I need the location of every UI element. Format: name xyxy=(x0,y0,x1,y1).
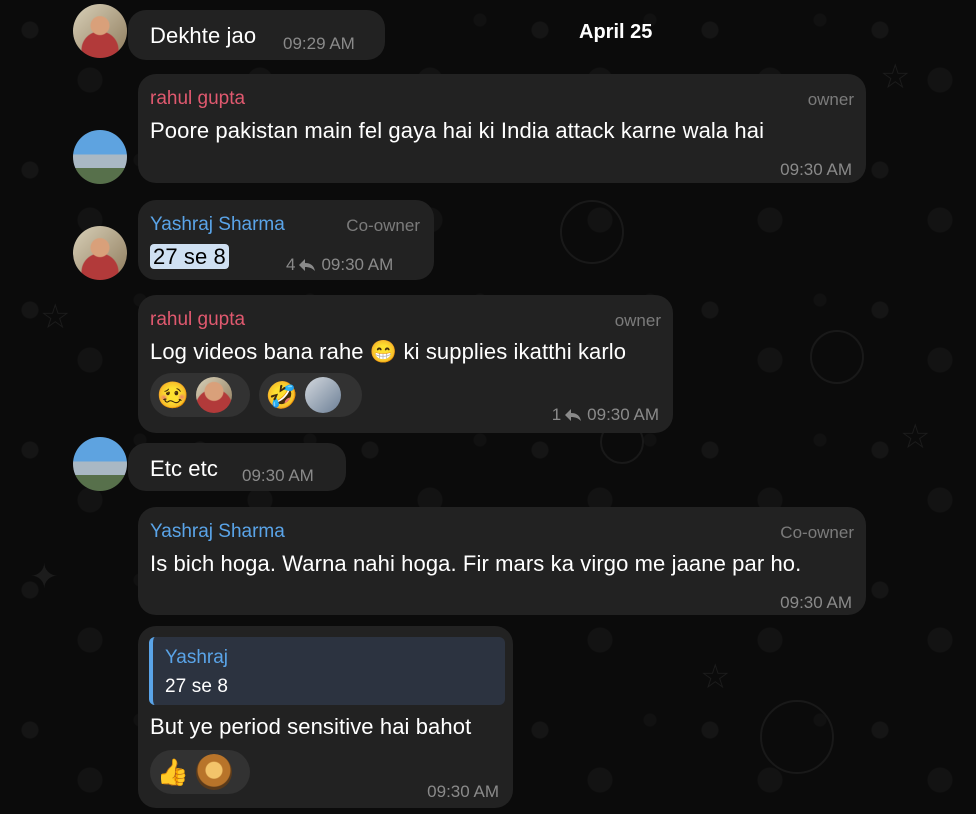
reply-arrow-icon xyxy=(565,409,582,421)
quoted-reply[interactable]: Yashraj 27 se 8 xyxy=(149,637,505,705)
reaction-chip[interactable]: 👍 xyxy=(150,750,250,794)
woozy-face-icon: 🥴 xyxy=(156,379,190,410)
message-meta: 1 09:30 AM xyxy=(552,405,659,425)
message-bubble[interactable]: Yashraj Sharma Co-owner 27 se 8 4 09:30 … xyxy=(138,200,434,280)
message-text: Dekhte jao xyxy=(150,23,257,48)
message-meta: 4 09:30 AM xyxy=(286,255,393,275)
sender-role: Co-owner xyxy=(346,216,420,235)
message-time: 09:30 AM xyxy=(587,405,659,424)
message-bubble[interactable]: rahul gupta owner Poore pakistan main fe… xyxy=(138,74,866,183)
avatar[interactable] xyxy=(73,130,127,184)
reactor-avatar xyxy=(196,754,232,790)
rolling-laughing-icon: 🤣 xyxy=(265,379,299,410)
reaction-chip[interactable]: 🥴 xyxy=(150,373,250,417)
highlighted-text: 27 se 8 xyxy=(150,244,229,269)
reply-count: 1 xyxy=(551,405,562,424)
quoted-sender: Yashraj xyxy=(165,647,229,668)
avatar[interactable] xyxy=(73,226,127,280)
message-bubble[interactable]: Dekhte jao 09:29 AM xyxy=(128,10,385,60)
message-bubble[interactable]: Yashraj 27 se 8 But ye period sensitive … xyxy=(138,626,513,808)
sender-role: Co-owner xyxy=(780,523,854,542)
sender-name[interactable]: rahul gupta xyxy=(150,309,245,331)
message-time: 09:30 AM xyxy=(321,255,394,274)
sender-name[interactable]: rahul gupta xyxy=(150,88,245,110)
wallpaper-star-icon: ☆ xyxy=(40,298,71,336)
wallpaper-planet-icon xyxy=(760,700,834,774)
message-time: 09:30 AM xyxy=(780,160,852,179)
message-time: 09:30 AM xyxy=(242,466,314,485)
wallpaper-star-icon: ☆ xyxy=(900,418,931,456)
wallpaper-star-icon: ☆ xyxy=(880,58,911,96)
date-separator: April 25 xyxy=(579,21,653,43)
reactor-avatar xyxy=(305,377,341,413)
wallpaper-planet-icon xyxy=(560,200,624,264)
reaction-chip[interactable]: 🤣 xyxy=(259,373,362,417)
reply-count: 4 xyxy=(286,255,296,274)
avatar[interactable] xyxy=(73,4,127,58)
sender-name[interactable]: Yashraj Sharma xyxy=(150,521,285,543)
message-text: Is bich hoga. Warna nahi hoga. Fir mars … xyxy=(150,551,802,576)
message-text: But ye period sensitive hai bahot xyxy=(150,714,472,739)
message-bubble[interactable]: Yashraj Sharma Co-owner Is bich hoga. Wa… xyxy=(138,507,866,615)
sender-role: owner xyxy=(807,90,854,109)
message-text: Etc etc xyxy=(150,456,218,481)
avatar[interactable] xyxy=(73,437,127,491)
sender-name[interactable]: Yashraj Sharma xyxy=(150,214,285,236)
wallpaper-star-icon: ✦ xyxy=(30,558,59,596)
sender-role: owner xyxy=(614,311,661,330)
message-text: Poore pakistan main fel gaya hai ki Indi… xyxy=(150,118,765,143)
thumbs-up-icon: 👍 xyxy=(156,756,190,787)
wallpaper-planet-icon xyxy=(810,330,864,384)
reply-arrow-icon xyxy=(299,259,316,271)
message-time: 09:30 AM xyxy=(780,593,852,612)
message-bubble[interactable]: Etc etc 09:30 AM xyxy=(128,443,346,491)
message-time: 09:29 AM xyxy=(283,34,355,53)
message-text: 27 se 8 xyxy=(150,244,229,270)
quoted-text: 27 se 8 xyxy=(165,676,229,697)
message-time: 09:30 AM xyxy=(427,782,499,801)
message-bubble[interactable]: rahul gupta owner Log videos bana rahe 😁… xyxy=(138,295,673,433)
reactor-avatar xyxy=(196,377,232,413)
message-text: Log videos bana rahe 😁 ki supplies ikatt… xyxy=(150,339,627,364)
wallpaper-star-icon: ☆ xyxy=(700,658,731,696)
